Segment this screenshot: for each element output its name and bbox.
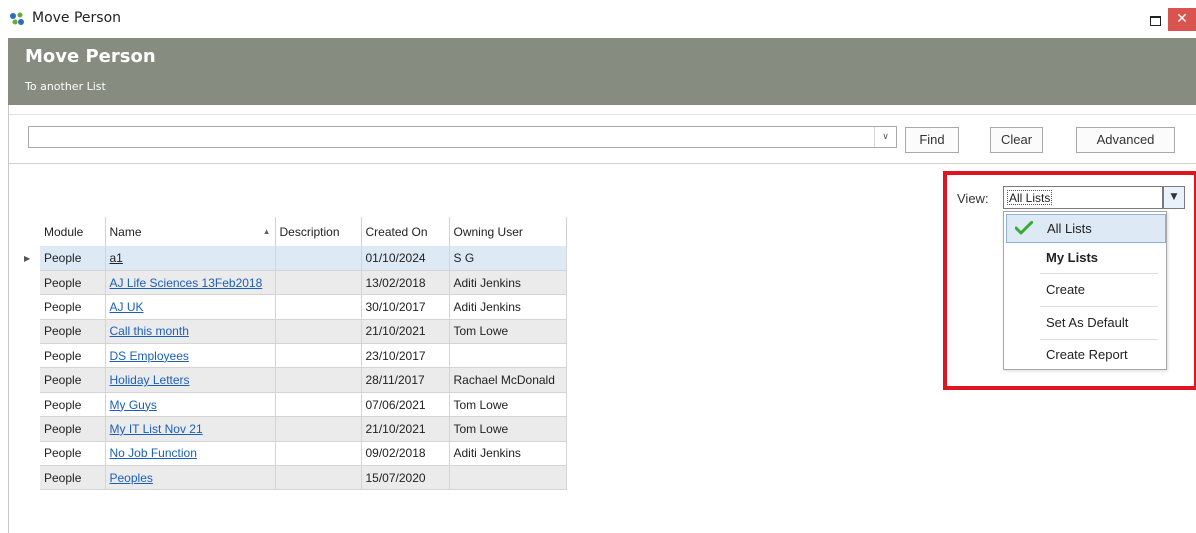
- cell-owning-user: Tom Lowe: [449, 416, 567, 442]
- cell-created-on: 30/10/2017: [361, 294, 450, 320]
- list-link[interactable]: AJ UK: [110, 300, 144, 314]
- clear-button[interactable]: Clear: [990, 127, 1043, 153]
- column-header-module[interactable]: Module: [40, 217, 106, 246]
- cell-module: People: [40, 270, 106, 296]
- column-header-owning-user[interactable]: Owning User: [449, 217, 567, 246]
- list-link[interactable]: My Guys: [110, 398, 157, 412]
- cell-description: [275, 270, 362, 296]
- cell-name: My Guys: [105, 392, 276, 418]
- table-row[interactable]: ▶ People a1 01/10/2024 S G: [20, 246, 567, 271]
- cell-created-on: 21/10/2021: [361, 416, 450, 442]
- cell-module: People: [40, 319, 106, 345]
- cell-name: My IT List Nov 21: [105, 416, 276, 442]
- list-link[interactable]: Call this month: [110, 324, 189, 338]
- cell-created-on: 09/02/2018: [361, 441, 450, 467]
- list-link[interactable]: Peoples: [110, 471, 153, 485]
- app-logo-icon: [10, 12, 24, 25]
- cell-description: [275, 392, 362, 418]
- close-button[interactable]: ✕: [1168, 8, 1196, 31]
- cell-description: [275, 367, 362, 393]
- cell-owning-user: Tom Lowe: [449, 392, 567, 418]
- cell-owning-user: Aditi Jenkins: [449, 270, 567, 296]
- table-row[interactable]: People AJ Life Sciences 13Feb2018 13/02/…: [20, 270, 567, 296]
- cell-owning-user: Tom Lowe: [449, 319, 567, 345]
- table-row[interactable]: People Call this month 21/10/2021 Tom Lo…: [20, 319, 567, 345]
- cell-module: People: [40, 416, 106, 442]
- list-link[interactable]: My IT List Nov 21: [110, 422, 203, 436]
- cell-name: Peoples: [105, 465, 276, 491]
- search-dropdown-chevron-icon[interactable]: ∨: [874, 127, 896, 147]
- sort-ascending-icon: ▲: [262, 226, 271, 236]
- page-header: Move Person To another List: [8, 38, 1196, 105]
- cell-created-on: 07/06/2021: [361, 392, 450, 418]
- list-link[interactable]: AJ Life Sciences 13Feb2018: [110, 276, 263, 290]
- column-header-created-on[interactable]: Created On: [361, 217, 450, 246]
- table-row[interactable]: People AJ UK 30/10/2017 Aditi Jenkins: [20, 294, 567, 320]
- cell-module: People: [40, 465, 106, 491]
- list-link[interactable]: No Job Function: [110, 446, 197, 460]
- cell-name: AJ Life Sciences 13Feb2018: [105, 270, 276, 296]
- cell-description: [275, 416, 362, 442]
- table-row[interactable]: People Peoples 15/07/2020: [20, 465, 567, 491]
- cell-description: [275, 319, 362, 345]
- list-link[interactable]: DS Employees: [110, 349, 189, 363]
- cell-created-on: 13/02/2018: [361, 270, 450, 296]
- highlight-annotation-box: [943, 171, 1196, 390]
- search-input[interactable]: ∨: [28, 126, 897, 148]
- page-subtitle: To another List: [25, 80, 106, 93]
- cell-created-on: 15/07/2020: [361, 465, 450, 491]
- cell-created-on: 23/10/2017: [361, 343, 450, 369]
- cell-module: People: [40, 343, 106, 369]
- cell-name: Holiday Letters: [105, 367, 276, 393]
- cell-description: [275, 294, 362, 320]
- cell-module: People: [40, 441, 106, 467]
- table-row[interactable]: People No Job Function 09/02/2018 Aditi …: [20, 441, 567, 467]
- cell-created-on: 21/10/2021: [361, 319, 450, 345]
- cell-name: Call this month: [105, 319, 276, 345]
- cell-module: People: [40, 294, 106, 320]
- cell-name: a1: [105, 246, 276, 271]
- cell-name: No Job Function: [105, 441, 276, 467]
- page-title: Move Person: [25, 46, 156, 67]
- cell-created-on: 28/11/2017: [361, 367, 450, 393]
- column-header-name[interactable]: Name ▲: [105, 217, 276, 246]
- cell-owning-user: Aditi Jenkins: [449, 441, 567, 467]
- cell-name: DS Employees: [105, 343, 276, 369]
- window-title-bar: Move Person ✕: [0, 0, 1196, 38]
- find-button[interactable]: Find: [905, 127, 959, 153]
- lists-table: Module Name ▲ Description Created On Own…: [20, 217, 567, 491]
- cell-description: [275, 246, 362, 271]
- row-indicator-icon: ▶: [20, 246, 40, 271]
- table-header-row: Module Name ▲ Description Created On Own…: [20, 217, 567, 246]
- cell-module: People: [40, 392, 106, 418]
- search-panel: ∨ Find Clear Advanced: [9, 114, 1196, 164]
- row-indicator-header: [20, 217, 40, 246]
- advanced-button[interactable]: Advanced: [1076, 127, 1175, 153]
- cell-description: [275, 343, 362, 369]
- list-link[interactable]: a1: [110, 251, 123, 265]
- cell-owning-user: S G: [449, 246, 567, 271]
- cell-description: [275, 465, 362, 491]
- cell-name: AJ UK: [105, 294, 276, 320]
- window-title: Move Person: [32, 10, 122, 26]
- column-header-name-label: Name: [109, 224, 142, 239]
- cell-owning-user: [449, 343, 567, 369]
- cell-owning-user: Aditi Jenkins: [449, 294, 567, 320]
- table-row[interactable]: People Holiday Letters 28/11/2017 Rachae…: [20, 367, 567, 393]
- cell-module: People: [40, 367, 106, 393]
- cell-module: People: [40, 246, 106, 271]
- cell-owning-user: [449, 465, 567, 491]
- cell-created-on: 01/10/2024: [361, 246, 450, 271]
- table-row[interactable]: People My IT List Nov 21 21/10/2021 Tom …: [20, 416, 567, 442]
- content-border: [8, 105, 9, 533]
- maximize-button[interactable]: [1146, 12, 1164, 28]
- table-row[interactable]: People My Guys 07/06/2021 Tom Lowe: [20, 392, 567, 418]
- table-row[interactable]: People DS Employees 23/10/2017: [20, 343, 567, 369]
- cell-owning-user: Rachael McDonald: [449, 367, 567, 393]
- column-header-description[interactable]: Description: [275, 217, 362, 246]
- cell-description: [275, 441, 362, 467]
- list-link[interactable]: Holiday Letters: [110, 373, 190, 387]
